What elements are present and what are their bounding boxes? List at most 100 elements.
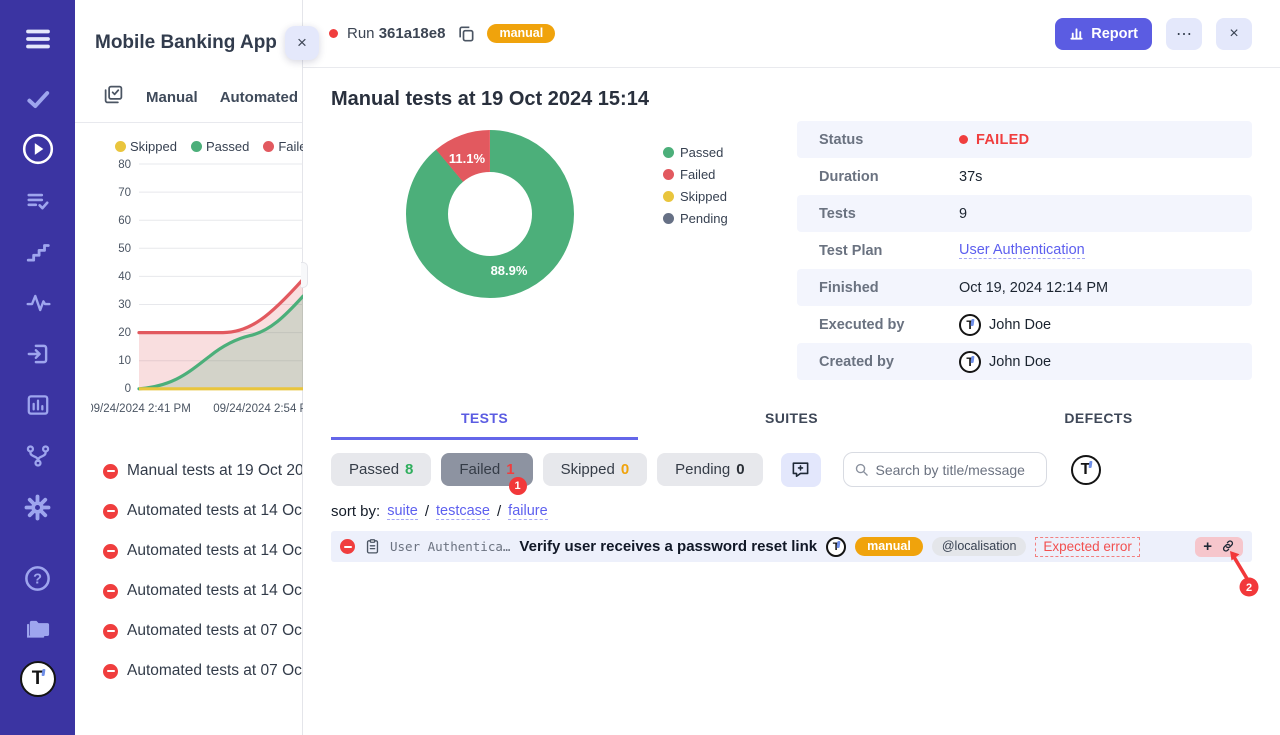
svg-text:40: 40: [118, 271, 131, 283]
filter-pending-button[interactable]: Pending0: [657, 453, 762, 486]
ellipsis-icon: ⋯: [1176, 24, 1192, 44]
separator: /: [425, 503, 429, 520]
play-circle-icon[interactable]: [21, 132, 55, 166]
failed-status-icon: [103, 504, 118, 519]
run-list-item[interactable]: Automated tests at 14 Oct 2024: [103, 571, 302, 611]
donut-legend: Passed Failed Skipped Pending: [663, 145, 728, 226]
failed-status-icon: [103, 624, 118, 639]
check-icon[interactable]: [25, 86, 51, 112]
row-actions: +: [1195, 537, 1243, 557]
error-message-badge[interactable]: Expected error: [1035, 537, 1140, 557]
copy-icon: [456, 24, 476, 44]
svg-text:10: 10: [118, 355, 131, 367]
branch-icon[interactable]: [25, 443, 51, 469]
sort-row: sort by: suite / testcase / failure: [331, 503, 1252, 520]
testomat-logo[interactable]: T: [20, 661, 56, 697]
test-plan-link[interactable]: User Authentication: [959, 242, 1085, 259]
search-input[interactable]: [876, 462, 1036, 478]
trend-area-chart: 80 70 60 50 40 30 20 10 0 09/24/2024 2:4…: [91, 156, 303, 418]
svg-text:11.1%: 11.1%: [449, 151, 486, 166]
result-donut-chart: 11.1% 88.9%: [405, 129, 575, 299]
run-type-badge: manual: [487, 24, 555, 44]
svg-text:30: 30: [118, 299, 131, 311]
summary-row-executed-by: Executed by TJohn Doe: [797, 306, 1252, 343]
run-id: 361a18e8: [379, 25, 446, 42]
summary-row-tests: Tests9: [797, 195, 1252, 232]
run-list-item[interactable]: Automated tests at 07 Oct 2024: [103, 651, 302, 691]
panel-close-button[interactable]: ×: [285, 26, 319, 60]
failed-status-icon: [103, 544, 118, 559]
run-reference: Run 361a18e8 manual: [329, 24, 555, 44]
status-badge: FAILED: [976, 132, 1029, 148]
filter-failed-button[interactable]: Failed1 1: [441, 453, 532, 486]
assignee-avatar[interactable]: T: [1071, 455, 1101, 485]
close-icon: ×: [1229, 25, 1238, 43]
sort-by-testcase-link[interactable]: testcase: [436, 503, 490, 520]
add-comment-button[interactable]: [781, 453, 821, 487]
svg-text:80: 80: [118, 159, 131, 171]
sign-in-icon[interactable]: [25, 341, 51, 367]
failed-status-icon: [103, 464, 118, 479]
result-tabs: TESTS SUITES DEFECTS: [303, 398, 1280, 440]
avatar: T: [826, 537, 846, 557]
run-type-tabs: Manual Automated: [75, 60, 302, 123]
run-list-item[interactable]: Manual tests at 19 Oct 2024: [103, 451, 302, 491]
test-tag[interactable]: @localisation: [932, 537, 1027, 556]
activity-icon[interactable]: [25, 290, 51, 316]
steps-icon[interactable]: [25, 239, 51, 265]
link-icon[interactable]: [1221, 539, 1235, 553]
tab-defects[interactable]: DEFECTS: [945, 398, 1252, 440]
bar-chart-icon[interactable]: [25, 392, 51, 418]
list-check-icon[interactable]: [25, 188, 51, 214]
add-defect-button[interactable]: +: [1203, 539, 1212, 554]
svg-text:0: 0: [125, 383, 131, 395]
failed-dot-icon: [329, 29, 338, 38]
svg-text:?: ?: [33, 572, 42, 588]
run-list-item[interactable]: Automated tests at 14 Oct 2024: [103, 491, 302, 531]
annotation-badge-2: 2: [1246, 582, 1252, 594]
summary-row-duration: Duration37s: [797, 158, 1252, 195]
menu-icon[interactable]: [21, 24, 55, 54]
sort-by-suite-link[interactable]: suite: [387, 503, 418, 520]
test-type-badge: manual: [855, 537, 923, 557]
tab-automated[interactable]: Automated: [220, 89, 298, 106]
run-list-item[interactable]: Automated tests at 14 Oct 2024: [103, 531, 302, 571]
avatar: T: [959, 314, 981, 336]
tab-tests[interactable]: TESTS: [331, 398, 638, 440]
tab-suites[interactable]: SUITES: [638, 398, 945, 440]
filter-passed-button[interactable]: Passed8: [331, 453, 431, 486]
sort-by-failure-link[interactable]: failure: [508, 503, 548, 520]
gear-icon[interactable]: [24, 494, 51, 521]
annotation-badge-1: 1: [509, 477, 527, 495]
avatar: T: [959, 351, 981, 373]
separator: /: [497, 503, 501, 520]
report-button[interactable]: Report: [1055, 18, 1152, 50]
svg-text:09/24/2024 2:54 PM: 09/24/2024 2:54 PM: [213, 403, 303, 415]
close-icon: ×: [297, 33, 307, 53]
status-dot-icon: [959, 135, 968, 144]
help-icon[interactable]: ?: [23, 564, 52, 593]
status-filter-row: Passed8 Failed1 1 Skipped0 Pending0 T: [331, 452, 1252, 487]
svg-text:60: 60: [118, 215, 131, 227]
run-summary-table: Status FAILED Duration37s Tests9 Test Pl…: [797, 121, 1252, 380]
summary-row-testplan: Test Plan User Authentication: [797, 232, 1252, 269]
svg-text:20: 20: [118, 327, 131, 339]
svg-text:50: 50: [118, 243, 131, 255]
tab-manual[interactable]: Manual: [146, 89, 198, 106]
failed-status-icon: [103, 584, 118, 599]
trend-chart-legend: Skipped Passed Failed: [75, 123, 302, 156]
more-actions-button[interactable]: ⋯: [1166, 18, 1202, 50]
copy-run-id-button[interactable]: [454, 24, 478, 44]
run-title: Manual tests at 19 Oct 2024 15:14: [331, 88, 1280, 111]
run-list-item[interactable]: Automated tests at 07 Oct 2024: [103, 611, 302, 651]
close-run-button[interactable]: ×: [1216, 18, 1252, 50]
filter-skipped-button[interactable]: Skipped0: [543, 453, 648, 486]
sort-label: sort by:: [331, 503, 380, 520]
panel-collapse-handle[interactable]: [301, 262, 308, 288]
folder-icon[interactable]: [24, 615, 52, 643]
batch-select-icon[interactable]: [103, 84, 124, 110]
svg-text:88.9%: 88.9%: [491, 263, 528, 278]
test-result-row[interactable]: User Authentica… Verify user receives a …: [331, 531, 1252, 562]
comment-plus-icon: [791, 460, 810, 479]
run-list: Manual tests at 19 Oct 2024 Automated te…: [75, 423, 302, 691]
